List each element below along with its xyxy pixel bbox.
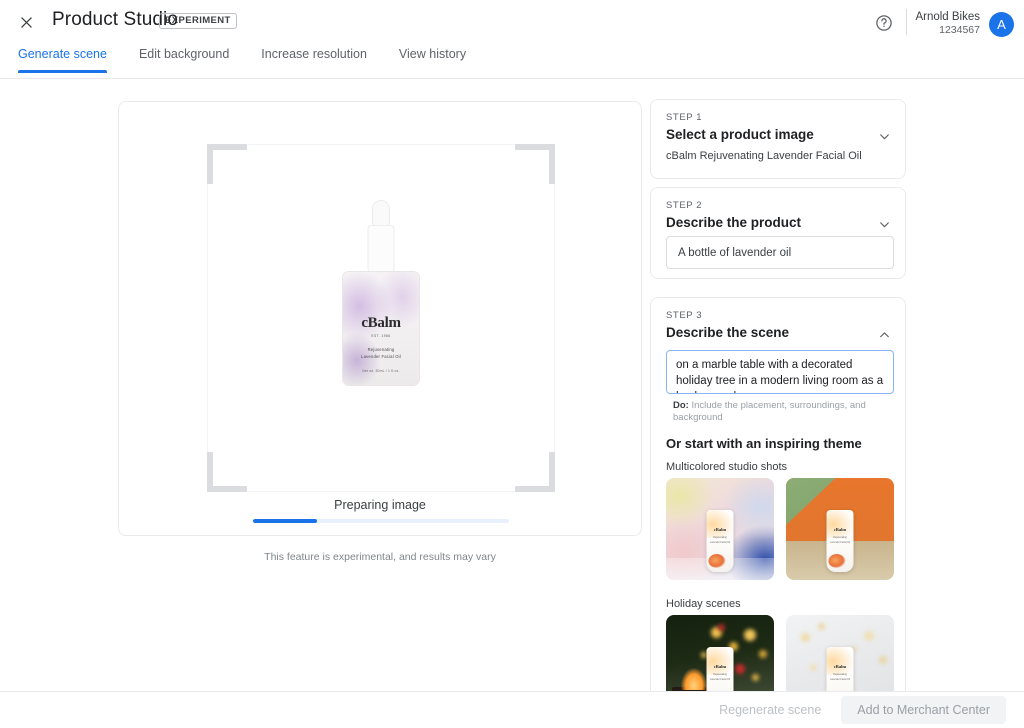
tab-generate-scene[interactable]: Generate scene: [18, 43, 107, 73]
step-2-label: STEP 2: [666, 200, 703, 211]
scene-description-textarea[interactable]: [666, 350, 894, 394]
account-name: Arnold Bikes: [915, 11, 980, 23]
thumb-product-tube: cBalm Rejuvenating Lavender Facial Oil: [706, 647, 734, 691]
product-brand: cBalm: [361, 314, 401, 331]
selected-product-name: cBalm Rejuvenating Lavender Facial Oil: [666, 150, 862, 162]
step-card-3[interactable]: STEP 3 Describe the scene Do: Include th…: [650, 297, 906, 691]
step-3-label: STEP 3: [666, 310, 703, 321]
product-description-input[interactable]: [666, 236, 894, 269]
scene-hint: Do: Include the placement, surroundings,…: [673, 400, 895, 424]
step-1-title: Select a product image: [666, 127, 814, 142]
theme-thumb-multicolored-studio-orange[interactable]: cBalm Rejuvenating Lavender Facial Oil: [786, 478, 894, 580]
experimental-disclaimer: This feature is experimental, and result…: [264, 551, 496, 563]
theme-thumb-row-0: cBalm Rejuvenating Lavender Facial Oil c…: [666, 478, 894, 580]
add-to-merchant-center-button[interactable]: Add to Merchant Center: [841, 696, 1006, 724]
tab-view-history[interactable]: View history: [399, 43, 466, 73]
crop-handle-bottom-right[interactable]: [515, 452, 555, 492]
theme-thumb-holiday-fireplace[interactable]: cBalm Rejuvenating Lavender Facial Oil: [666, 615, 774, 691]
close-icon[interactable]: [14, 10, 38, 34]
product-studio-app: Product Studio EXPERIMENT Arnold Bikes 1…: [0, 0, 1024, 728]
chevron-down-icon[interactable]: [878, 130, 891, 143]
theme-group-label-1: Holiday scenes: [666, 598, 741, 610]
avatar[interactable]: A: [989, 12, 1014, 37]
product-line-1: Rejuvenating: [367, 346, 395, 352]
progress-bar: [253, 519, 509, 523]
step-card-1[interactable]: STEP 1 Select a product image cBalm Reju…: [650, 99, 906, 179]
dropper-cap: [372, 200, 390, 226]
theme-thumb-holiday-white-gifts[interactable]: cBalm Rejuvenating Lavender Facial Oil: [786, 615, 894, 691]
top-bar: Product Studio EXPERIMENT Arnold Bikes 1…: [0, 0, 1024, 43]
crop-frame[interactable]: cBalm EST. 1986 Rejuvenating Lavender Fa…: [207, 144, 555, 492]
preview-status-text: Preparing image: [334, 498, 426, 512]
tab-increase-resolution[interactable]: Increase resolution: [261, 43, 367, 73]
crop-handle-top-left[interactable]: [207, 144, 247, 184]
image-preview-card: cBalm EST. 1986 Rejuvenating Lavender Fa…: [118, 101, 642, 536]
thumb-product-tube: cBalm Rejuvenating Lavender Facial Oil: [706, 510, 734, 572]
product-line-2: Lavender Facial Oil: [361, 354, 401, 360]
thumb-product-tube: cBalm Rejuvenating Lavender Facial Oil: [826, 510, 854, 572]
scene-hint-text: Include the placement, surroundings, and…: [673, 400, 866, 423]
chevron-up-icon[interactable]: [878, 328, 891, 341]
dropper-collar: [367, 225, 395, 273]
account-id: 1234567: [939, 24, 980, 36]
theme-group-label-0: Multicolored studio shots: [666, 461, 788, 473]
experiment-badge: EXPERIMENT: [159, 13, 237, 29]
step-3-title: Describe the scene: [666, 325, 790, 340]
crop-handle-top-right[interactable]: [515, 144, 555, 184]
help-circle-icon[interactable]: [875, 14, 893, 32]
regenerate-scene-button[interactable]: Regenerate scene: [709, 696, 831, 724]
crop-handle-bottom-left[interactable]: [207, 452, 247, 492]
step-1-label: STEP 1: [666, 112, 703, 123]
tab-bar: Generate scene Edit background Increase …: [0, 43, 1024, 79]
tab-bar-divider: [0, 78, 1024, 79]
progress-bar-fill: [253, 519, 317, 523]
thumb-product-tube: cBalm Rejuvenating Lavender Facial Oil: [826, 647, 854, 691]
theme-thumb-multicolored-studio-pastel[interactable]: cBalm Rejuvenating Lavender Facial Oil: [666, 478, 774, 580]
header-divider: [906, 9, 907, 35]
account-info[interactable]: Arnold Bikes 1234567: [915, 10, 980, 37]
steps-panel: STEP 1 Select a product image cBalm Reju…: [648, 91, 916, 691]
step-2-title: Describe the product: [666, 215, 802, 230]
product-brand-sub: EST. 1986: [371, 334, 391, 339]
scene-hint-prefix: Do:: [673, 400, 689, 411]
theme-heading: Or start with an inspiring theme: [666, 436, 862, 451]
bottle-body: cBalm EST. 1986 Rejuvenating Lavender Fa…: [342, 271, 420, 386]
footer-action-bar: Regenerate scene Add to Merchant Center: [0, 692, 1024, 728]
product-image: cBalm EST. 1986 Rejuvenating Lavender Fa…: [342, 200, 420, 386]
chevron-down-icon[interactable]: [878, 218, 891, 231]
theme-thumb-row-1: cBalm Rejuvenating Lavender Facial Oil c…: [666, 615, 894, 691]
product-line-3: Net wt. 30mL / 1 fl.oz.: [362, 369, 400, 374]
step-card-2[interactable]: STEP 2 Describe the product: [650, 187, 906, 279]
tab-edit-background[interactable]: Edit background: [139, 43, 229, 73]
